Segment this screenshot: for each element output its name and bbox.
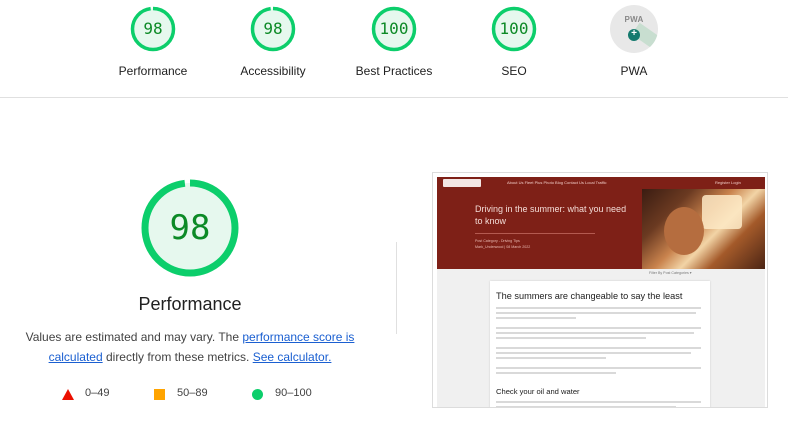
gauge-score: 100 <box>499 19 529 38</box>
text-line <box>496 372 616 374</box>
thumb-subheading: Check your oil and water <box>496 387 580 396</box>
pwa-badge-icon: PWA + <box>610 5 658 53</box>
gauge-label: Performance <box>118 64 188 78</box>
gauge-score: 100 <box>379 19 409 38</box>
text-line <box>496 406 676 407</box>
desc-text: directly from these metrics. <box>102 350 253 364</box>
pwa-badge-text: PWA <box>624 15 644 24</box>
gauge-performance[interactable]: 98 Performance <box>93 0 213 78</box>
text-line <box>496 317 576 319</box>
performance-score: 98 <box>169 208 211 248</box>
site-logo <box>443 179 481 187</box>
gauge-ring: 98 <box>129 5 177 53</box>
hero-photo-dog <box>664 207 704 255</box>
text-line <box>496 357 606 359</box>
category-gauges: 98 Performance 98 Accessibility 100 Best… <box>0 0 788 98</box>
text-line <box>496 352 691 354</box>
legend-range: 50–89 <box>177 387 208 399</box>
thumb-hero-meta: Post Category - Driving Tips <box>475 239 520 243</box>
hero-photo <box>642 189 765 269</box>
thumb-hero: Driving in the summer: what you need to … <box>437 189 765 269</box>
gauge-best-practices[interactable]: 100 Best Practices <box>334 0 454 78</box>
thumb-nav-links: About Us Fleet Plus Photo Blog Contact U… <box>507 180 607 185</box>
gauge-score: 98 <box>143 19 163 38</box>
final-screenshot-thumbnail[interactable]: About Us Fleet Plus Photo Blog Contact U… <box>432 172 768 408</box>
thumb-heading: The summers are changeable to say the le… <box>496 291 683 301</box>
gauge-accessibility[interactable]: 98 Accessibility <box>213 0 333 78</box>
desc-text: Values are estimated and may vary. The <box>25 330 243 344</box>
gauge-ring: 98 <box>249 5 297 53</box>
thumb-article-card: The summers are changeable to say the le… <box>490 281 710 407</box>
triangle-icon <box>62 389 74 400</box>
text-line <box>496 327 701 329</box>
plus-icon: + <box>631 28 637 39</box>
gauge-label: Accessibility <box>240 64 306 78</box>
thumb-body: Filter By Post Categories ▾ The summers … <box>437 269 765 407</box>
square-icon <box>154 389 165 400</box>
thumb-hero-title: Driving in the summer: what you need to … <box>475 204 627 226</box>
thumb-nav-right: Register Login <box>715 180 741 185</box>
text-line <box>496 347 701 349</box>
gauge-pwa[interactable]: PWA + PWA <box>574 0 694 78</box>
performance-title: Performance <box>138 294 242 314</box>
text-line <box>496 337 646 339</box>
gauge-label: SEO <box>501 64 527 78</box>
gauge-ring: 100 <box>490 5 538 53</box>
text-line <box>496 367 701 369</box>
see-calculator-link[interactable]: See calculator. <box>253 350 332 364</box>
gauge-score: 98 <box>263 19 283 38</box>
circle-icon <box>252 389 263 400</box>
text-line <box>496 307 701 309</box>
thumb-site-navbar: About Us Fleet Plus Photo Blog Contact U… <box>437 177 765 189</box>
performance-summary: 98 Performance Values are estimated and … <box>0 178 380 367</box>
performance-description: Values are estimated and may vary. The p… <box>15 327 365 367</box>
text-line <box>496 332 694 334</box>
legend-range: 0–49 <box>85 387 110 399</box>
thumb-filter: Filter By Post Categories ▾ <box>649 271 692 275</box>
text-line <box>496 312 696 314</box>
thumb-hero-rule <box>475 233 595 234</box>
gauge-ring: 100 <box>370 5 418 53</box>
gauge-seo[interactable]: 100 SEO <box>454 0 574 78</box>
performance-gauge: 98 <box>140 178 240 278</box>
legend-range: 90–100 <box>275 387 312 399</box>
text-line <box>496 401 701 403</box>
vertical-divider <box>396 242 397 334</box>
gauge-label: Best Practices <box>355 64 433 78</box>
gauge-label: PWA <box>620 64 648 78</box>
thumb-hero-meta: Mark_Underwood | 08 March 2022 <box>475 245 531 249</box>
hero-photo-window <box>702 195 742 229</box>
